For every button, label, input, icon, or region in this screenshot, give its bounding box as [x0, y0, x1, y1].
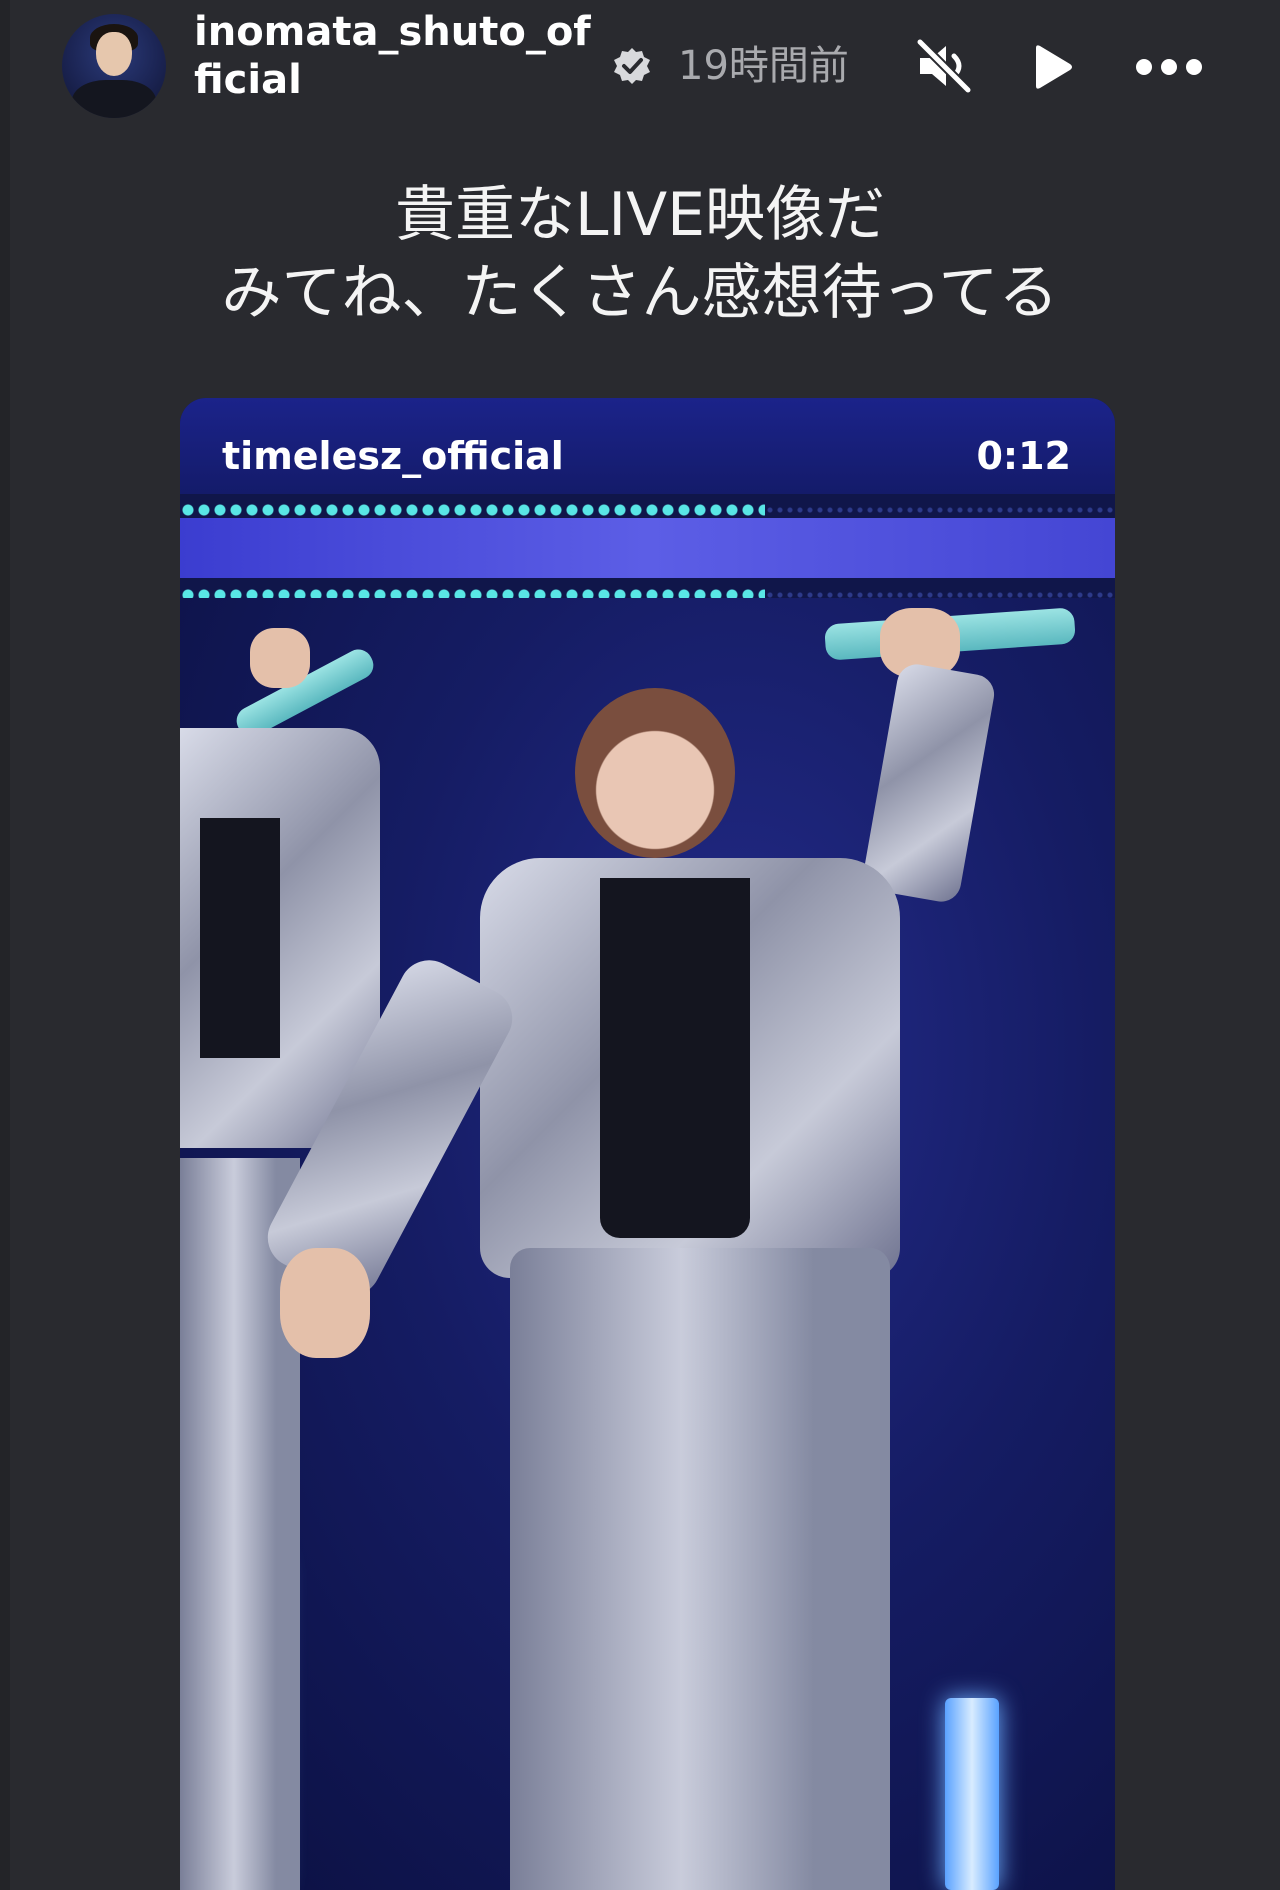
verified-badge-icon: [614, 48, 650, 84]
video-timestamp: 0:12: [976, 434, 1071, 478]
more-icon[interactable]: [1132, 52, 1206, 82]
led-strip-top: [180, 501, 1115, 519]
video-username[interactable]: timelesz_official: [222, 434, 564, 478]
avatar[interactable]: [62, 14, 166, 118]
caption-line-1: 貴重なLIVE映像だ: [394, 180, 886, 250]
mute-icon[interactable]: [914, 38, 974, 94]
story-viewer: inomata_shuto_official 19時間前 貴重なLIVE映像だ …: [0, 0, 1280, 1890]
stage-band: [180, 518, 1115, 578]
shared-video-card[interactable]: timelesz_official 0:12: [180, 398, 1115, 1890]
caption-line-2: みてね、たくさん感想待ってる: [221, 258, 1059, 328]
play-icon[interactable]: [1026, 42, 1076, 92]
story-caption: 貴重なLIVE映像だ みてね、たくさん感想待ってる: [0, 176, 1280, 332]
time-ago: 19時間前: [678, 43, 849, 89]
story-username[interactable]: inomata_shuto_official: [194, 8, 604, 112]
video-frame: [180, 598, 1115, 1890]
